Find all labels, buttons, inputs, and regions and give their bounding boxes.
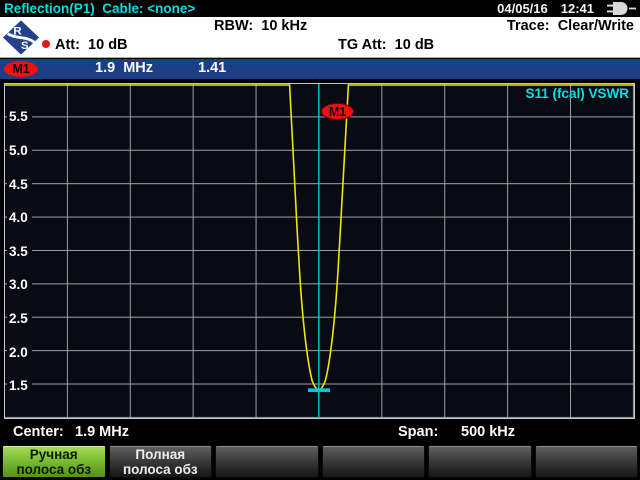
- rbw-value: 10 kHz: [261, 18, 307, 34]
- center-value: 1.9 MHz: [75, 424, 129, 440]
- softkey-label-line2: полоса обз: [3, 462, 105, 477]
- center-label: Center:: [13, 424, 64, 440]
- date-label: 04/05/16: [497, 1, 548, 16]
- softkey-empty-6[interactable]: [535, 445, 639, 478]
- softkey-bar: Ручная полоса обз Полная полоса обз: [0, 444, 640, 480]
- measurement-title: Reflection(P1) Cable: <none>: [4, 1, 195, 16]
- tg-att-field: TG Att: 10 dB: [338, 37, 434, 53]
- span-label: Span:: [398, 424, 438, 440]
- y-axis-label: 1.5: [7, 378, 32, 394]
- marker-frequency: 1.9 MHz: [95, 60, 153, 76]
- vswr-trace: [5, 85, 634, 390]
- span-value: 500 kHz: [461, 424, 515, 440]
- trace-plot: 5.5 5.0 4.5 4.0 3.5 3.0 2.5 2.0 1.5 S11 …: [4, 83, 635, 419]
- status-area: 04/05/16 12:41: [497, 1, 636, 16]
- red-dot-icon: [42, 40, 50, 48]
- trace-label: Trace:: [507, 18, 550, 34]
- analyzer-screen: Reflection(P1) Cable: <none> 04/05/16 12…: [0, 0, 640, 480]
- y-axis-label: 2.5: [7, 311, 32, 327]
- rbw-label: RBW:: [214, 18, 253, 34]
- att-value: 10 dB: [88, 37, 128, 53]
- softkey-empty-5[interactable]: [428, 445, 532, 478]
- y-axis-label: 5.5: [7, 109, 32, 125]
- y-axis-label: 3.0: [7, 277, 32, 293]
- trace-mode-label: S11 (fcal) VSWR: [525, 86, 629, 101]
- info-panel: R S RBW: 10 kHz Trace: Clear/Write Att: …: [0, 17, 640, 58]
- trace-svg: [5, 84, 634, 418]
- marker-value: 1.41: [198, 60, 226, 76]
- softkey-manual-span[interactable]: Ручная полоса обз: [2, 445, 106, 478]
- softkey-label-line2: полоса обз: [110, 462, 212, 477]
- time-label: 12:41: [561, 1, 594, 16]
- rohde-schwarz-logo-icon: R S: [2, 19, 40, 60]
- tg-att-label: TG Att:: [338, 37, 387, 53]
- att-label: Att:: [55, 37, 80, 53]
- softkey-label-line1: Ручная: [3, 447, 105, 462]
- y-axis-label: 4.0: [7, 210, 32, 226]
- softkey-label-line1: Полная: [110, 447, 212, 462]
- svg-text:S: S: [21, 40, 29, 52]
- y-axis-label: 3.5: [7, 244, 32, 260]
- tg-att-value: 10 dB: [395, 37, 435, 53]
- top-bar: Reflection(P1) Cable: <none> 04/05/16 12…: [0, 0, 640, 17]
- softkey-empty-4[interactable]: [322, 445, 426, 478]
- marker-readout-bar: M1 1.9 MHz 1.41: [0, 59, 640, 79]
- rbw-field: RBW: 10 kHz: [214, 18, 307, 34]
- y-axis-label: 4.5: [7, 177, 32, 193]
- softkey-empty-3[interactable]: [215, 445, 319, 478]
- frequency-bar: Center: 1.9 MHz Span: 500 kHz: [0, 422, 640, 444]
- att-field: Att: 10 dB: [42, 37, 128, 53]
- y-axis-label: 2.0: [7, 345, 32, 361]
- svg-text:R: R: [13, 26, 21, 38]
- trace-field: Trace: Clear/Write: [507, 18, 634, 34]
- marker-m1-badge: M1: [4, 61, 38, 77]
- ac-plug-icon: [607, 2, 636, 15]
- trace-value: Clear/Write: [558, 18, 634, 34]
- softkey-full-span[interactable]: Полная полоса обз: [109, 445, 213, 478]
- marker-m1-flag[interactable]: M1: [321, 103, 354, 120]
- y-axis-label: 5.0: [7, 143, 32, 159]
